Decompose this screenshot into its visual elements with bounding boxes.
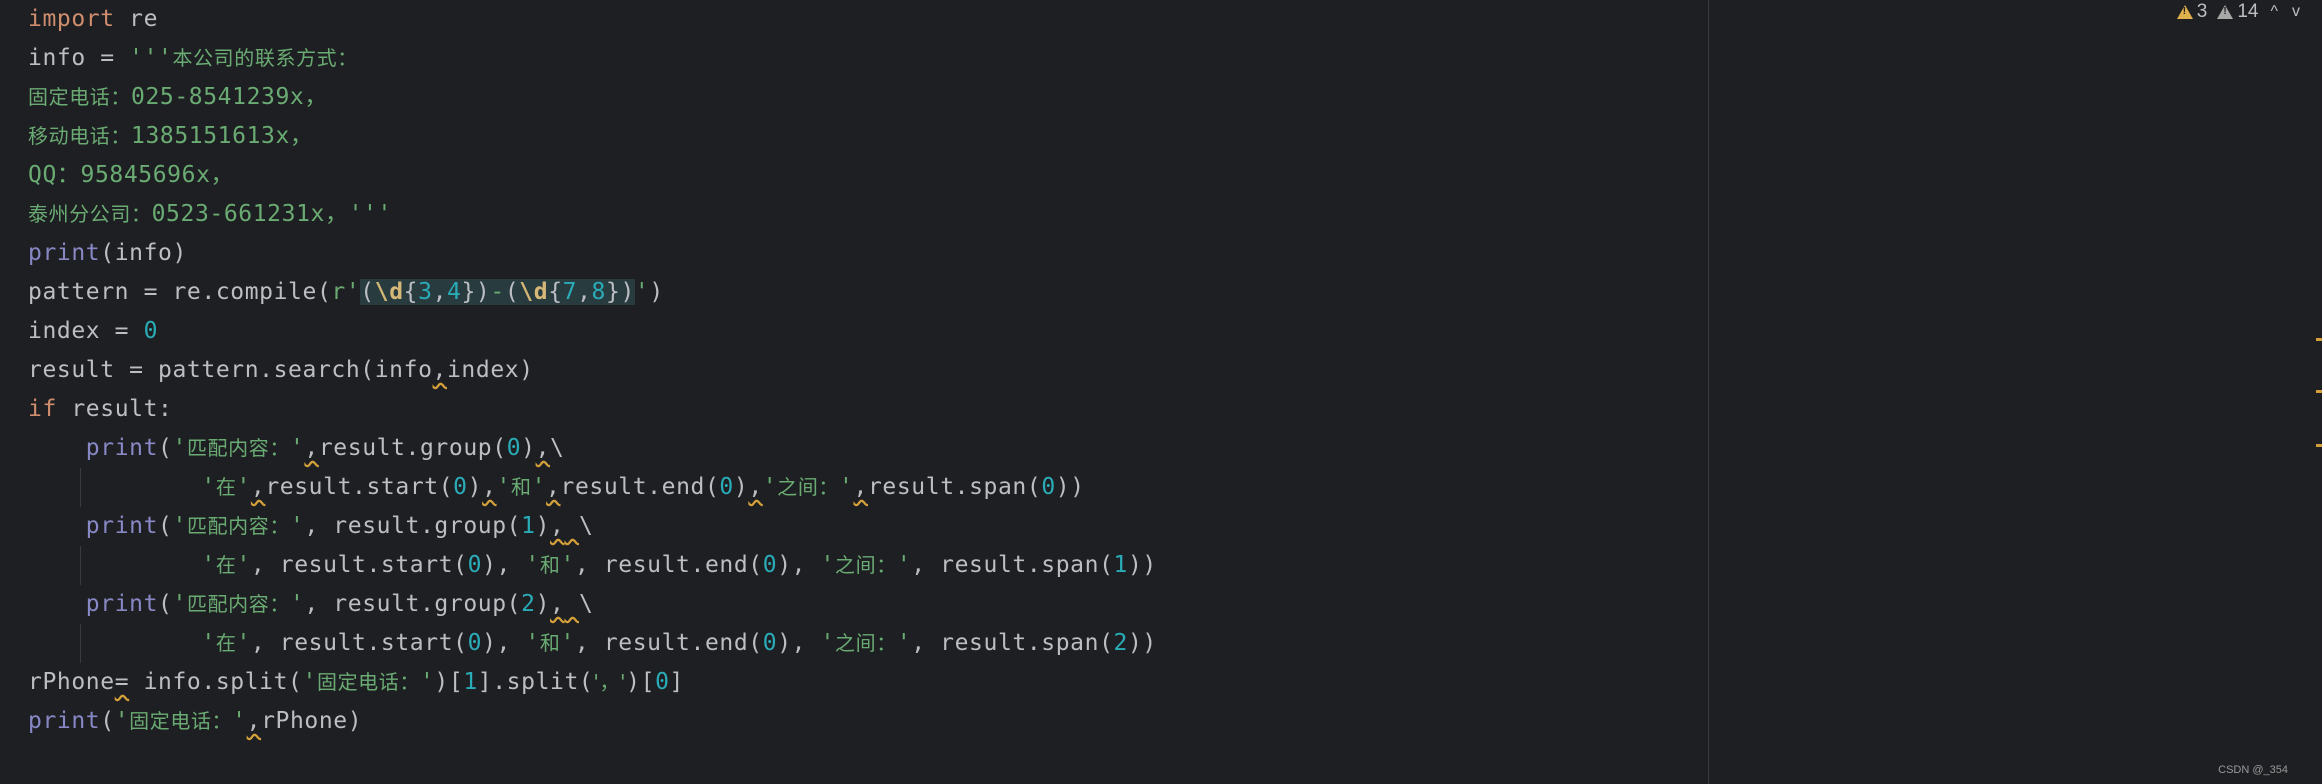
code-line: print('匹配内容：', result.group(2), \ [85, 591, 594, 617]
code-line: 固定电话：025-8541239x， [28, 84, 328, 110]
code-line: import re [28, 6, 159, 32]
indent-guide [80, 468, 81, 507]
warning-icon [2176, 5, 2193, 19]
chevron-up-icon[interactable]: ^ [2268, 3, 2280, 21]
right-margin-guide [1708, 0, 1709, 784]
inspection-widget[interactable]: 3 14 ^ v [2176, 0, 2302, 24]
code-line-current: print('固定电话：',rPhone) [0, 702, 2322, 741]
watermark: CSDN @_354 [2218, 764, 2288, 776]
code-line: index = 0 [28, 318, 159, 344]
code-line: print(info) [28, 240, 187, 266]
warnings-indicator[interactable]: 3 [2176, 1, 2207, 23]
code-line: rPhone= info.split('固定电话：')[1].split('，'… [28, 669, 684, 695]
code-line: 移动电话：1385151613x， [28, 123, 314, 149]
indent-guide [80, 546, 81, 585]
code-line: pattern = re.compile(r'(\d{3,4})-(\d{7,8… [28, 279, 664, 305]
code-line: info = '''本公司的联系方式： [28, 45, 358, 71]
error-stripe-marker[interactable] [2316, 390, 2322, 393]
code-line: 泰州分公司：0523-661231x，''' [28, 201, 392, 227]
weak-warning-icon [2217, 5, 2234, 19]
code-editor[interactable]: 3 14 ^ v import re info = '''本公司的联系方式： 固… [0, 0, 2322, 784]
chevron-down-icon[interactable]: v [2290, 3, 2302, 21]
code-lines: import re info = '''本公司的联系方式： 固定电话：025-8… [0, 0, 2322, 741]
code-line: '在',result.start(0),'和',result.end(0),'之… [28, 468, 1157, 507]
weak-warnings-indicator[interactable]: 14 [2217, 1, 2258, 23]
code-line: QQ：95845696x， [28, 162, 235, 188]
code-line: '在', result.start(0), '和', result.end(0)… [28, 624, 1157, 663]
code-line: '在', result.start(0), '和', result.end(0)… [28, 546, 1157, 585]
code-line: result = pattern.search(info,index) [28, 357, 534, 383]
code-line: print('匹配内容：',result.group(0),\ [85, 435, 565, 461]
code-line: if result: [28, 396, 173, 422]
code-line: print('匹配内容：', result.group(1), \ [85, 513, 594, 539]
error-stripe-marker[interactable] [2316, 444, 2322, 447]
error-stripe-marker[interactable] [2316, 338, 2322, 341]
indent-guide [80, 624, 81, 663]
